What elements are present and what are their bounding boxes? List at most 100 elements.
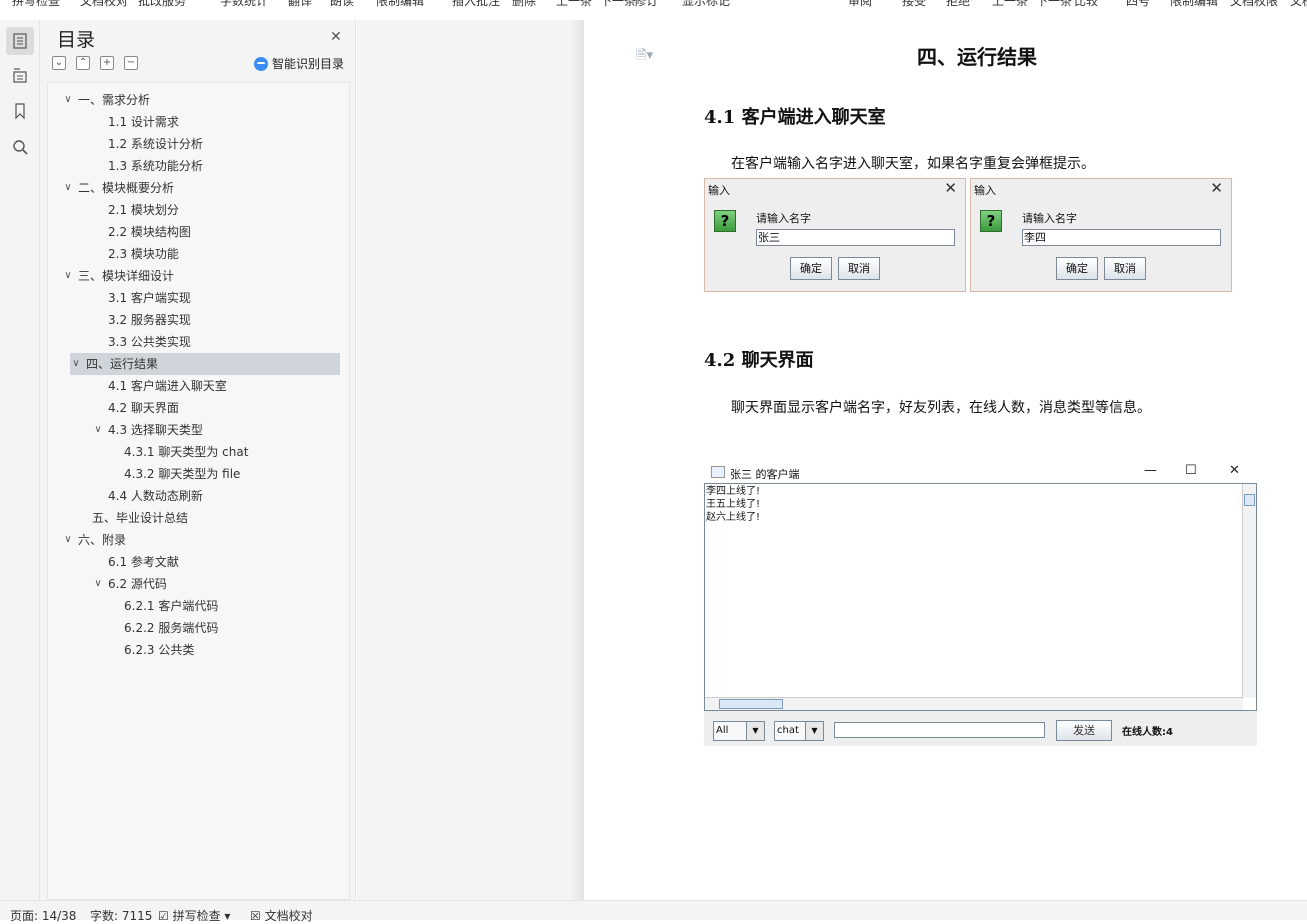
send-button[interactable]: 发送 xyxy=(1056,720,1112,741)
toolbar-item[interactable]: 拒绝 xyxy=(946,0,970,8)
message-area[interactable]: 李四上线了! 王五上线了! 赵六上线了! xyxy=(704,483,1257,711)
toolbar-item[interactable]: 接受 xyxy=(902,0,926,8)
page-indicator[interactable]: 页面: 14/38 xyxy=(10,907,76,924)
cancel-button[interactable]: 取消 xyxy=(1104,257,1146,280)
close-icon[interactable]: ✕ xyxy=(944,179,957,197)
toolbar-item[interactable]: 字数统计 xyxy=(220,0,268,8)
toolbar-item[interactable]: 显示标记 xyxy=(682,0,730,8)
cancel-button[interactable]: 取消 xyxy=(838,257,880,280)
horizontal-scrollbar[interactable] xyxy=(705,697,1243,710)
toc-item-label: 1.3 系统功能分析 xyxy=(108,159,203,173)
spell-check-button[interactable]: ☑ 拼写检查 ▾ xyxy=(158,907,230,924)
window-titlebar: 张三 的客户端 — ☐ ✕ xyxy=(704,463,1257,483)
vertical-scrollbar[interactable] xyxy=(1242,484,1256,698)
close-icon[interactable]: ✕ xyxy=(1229,463,1240,478)
toolbar-item[interactable]: 文档 xyxy=(1290,0,1307,8)
toc-item[interactable]: 4.3.2 聊天类型为 file xyxy=(124,463,240,485)
bookmark-icon[interactable] xyxy=(6,97,34,125)
collapse-all-button[interactable]: ⌄ xyxy=(52,56,66,70)
heading-level-1: 四、运行结果 xyxy=(917,45,1037,69)
toc-item[interactable]: 4.3.1 聊天类型为 chat xyxy=(124,441,248,463)
toolbar-item[interactable]: 文档校对 xyxy=(80,0,128,8)
maximize-icon[interactable]: ☐ xyxy=(1185,463,1197,478)
toolbar-item[interactable]: 上一条 xyxy=(556,0,592,8)
scroll-thumb[interactable] xyxy=(1244,494,1255,506)
toolbar-item[interactable]: 下一条 xyxy=(1036,0,1072,8)
outline-icon[interactable] xyxy=(6,61,34,89)
chevron-down-icon[interactable]: ∨ xyxy=(62,529,74,551)
toc-item[interactable]: 2.3 模块功能 xyxy=(108,243,179,265)
toc-item[interactable]: 6.2.1 客户端代码 xyxy=(124,595,218,617)
toolbar-item[interactable]: 拼写检查 xyxy=(12,0,60,8)
toolbar-item[interactable]: 删除 xyxy=(512,0,536,8)
toc-item[interactable]: ∨ 六、附录 xyxy=(62,529,126,551)
toolbar-item[interactable]: 下一条 xyxy=(600,0,636,8)
toc-item[interactable]: 6.2.3 公共类 xyxy=(124,639,194,661)
close-icon[interactable]: ✕ xyxy=(330,29,342,45)
ok-button[interactable]: 确定 xyxy=(790,257,832,280)
toc-item[interactable]: 4.1 客户端进入聊天室 xyxy=(108,375,227,397)
recipient-select[interactable]: All ▼ xyxy=(713,721,765,741)
toc-tree: ∨ 一、需求分析 1.1 设计需求 1.2 系统设计分析 1.3 系统功能分析 ∨ 二、模块… xyxy=(47,82,350,900)
chevron-down-icon[interactable]: ∨ xyxy=(62,265,74,287)
toc-item[interactable]: 4.4 人数动态刷新 xyxy=(108,485,203,507)
toc-item[interactable]: ∨ 4.3 选择聊天类型 xyxy=(92,419,203,441)
toc-item[interactable]: 3.1 客户端实现 xyxy=(108,287,191,309)
toc-icon[interactable] xyxy=(6,27,34,55)
toolbar-item[interactable]: 审阅 xyxy=(848,0,872,8)
toc-item[interactable]: ∨ 二、模块概要分析 xyxy=(62,177,174,199)
message-type-select[interactable]: chat ▼ xyxy=(774,721,824,741)
window-title: 张三 的客户端 xyxy=(730,468,800,481)
toolbar-item[interactable]: 批改服务 xyxy=(138,0,186,8)
close-icon[interactable]: ✕ xyxy=(1210,179,1223,197)
chevron-down-icon[interactable]: ∨ xyxy=(62,89,74,111)
chevron-down-icon[interactable]: ∨ xyxy=(62,177,74,199)
proofread-button[interactable]: ☒ 文档校对 xyxy=(250,907,313,924)
toc-item[interactable]: ∨ 四、运行结果 xyxy=(70,353,340,375)
chevron-down-icon[interactable]: ∨ xyxy=(70,353,82,375)
toolbar-item[interactable]: 朗读 xyxy=(330,0,354,8)
toc-item[interactable]: 1.1 设计需求 xyxy=(108,111,179,133)
toolbar-item[interactable]: 修订 xyxy=(634,0,658,8)
toolbar-item[interactable]: 插入批注 xyxy=(452,0,500,8)
add-heading-button[interactable]: + xyxy=(100,56,114,70)
toolbar-item[interactable]: 比较 xyxy=(1074,0,1098,8)
smart-toc-button[interactable]: 智能识别目录 xyxy=(254,55,344,72)
minimize-icon[interactable]: — xyxy=(1144,463,1157,478)
toc-item[interactable]: 6.2.2 服务端代码 xyxy=(124,617,218,639)
toc-item[interactable]: ∨ 6.2 源代码 xyxy=(92,573,167,595)
page-menu-icon[interactable]: 🗎▾ xyxy=(636,46,653,68)
toc-item[interactable]: 1.3 系统功能分析 xyxy=(108,155,203,177)
chevron-down-icon: ▼ xyxy=(746,722,764,740)
toolbar-item[interactable]: 上一条 xyxy=(992,0,1028,8)
toolbar-item[interactable]: 四号 xyxy=(1126,0,1150,8)
toc-item[interactable]: 2.1 模块划分 xyxy=(108,199,179,221)
toc-item[interactable]: 2.2 模块结构图 xyxy=(108,221,191,243)
toolbar-item[interactable]: 限制编辑 xyxy=(1170,0,1218,8)
name-input[interactable]: 李四 xyxy=(1022,229,1221,246)
message-input[interactable] xyxy=(834,722,1045,738)
toc-item-label: 6.2.2 服务端代码 xyxy=(124,621,219,635)
remove-heading-button[interactable]: − xyxy=(124,56,138,70)
ok-button[interactable]: 确定 xyxy=(1056,257,1098,280)
toc-item[interactable]: 3.2 服务器实现 xyxy=(108,309,191,331)
expand-all-button[interactable]: ⌃ xyxy=(76,56,90,70)
search-icon[interactable] xyxy=(6,133,34,161)
toc-item[interactable]: 4.2 聊天界面 xyxy=(108,397,179,419)
toolbar-item[interactable]: 翻译 xyxy=(288,0,312,8)
toolbar-item[interactable]: 限制编辑 xyxy=(376,0,424,8)
toc-item[interactable]: ∨ 一、需求分析 xyxy=(62,89,150,111)
chevron-down-icon[interactable]: ∨ xyxy=(92,573,104,595)
scroll-thumb[interactable] xyxy=(719,699,783,709)
word-count[interactable]: 字数: 7115 xyxy=(90,907,152,924)
chevron-down-icon[interactable]: ∨ xyxy=(92,419,104,441)
toc-item[interactable]: 五、毕业设计总结 xyxy=(92,507,188,529)
toc-item-label: 6.1 参考文献 xyxy=(108,555,179,569)
toolbar-item[interactable]: 文档权限 xyxy=(1230,0,1278,8)
toc-item[interactable]: ∨ 三、模块详细设计 xyxy=(62,265,174,287)
toc-item[interactable]: 6.1 参考文献 xyxy=(108,551,179,573)
toc-item[interactable]: 3.3 公共类实现 xyxy=(108,331,191,353)
name-input[interactable]: 张三 xyxy=(756,229,955,246)
paragraph-4-1: 在客户端输入名字进入聊天室，如果名字重复会弹框提示。 xyxy=(731,156,1095,172)
toc-item[interactable]: 1.2 系统设计分析 xyxy=(108,133,203,155)
